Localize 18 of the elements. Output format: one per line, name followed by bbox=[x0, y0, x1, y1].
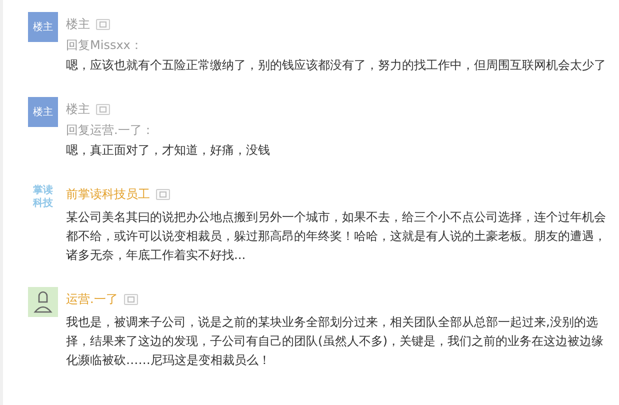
comment-text: 嗯，应该也就有个五险正常缴纳了，别的钱应该都没有了，努力的找工作中，但周围互联网机会太少了 bbox=[66, 57, 607, 74]
author-name[interactable]: 楼主 bbox=[66, 16, 90, 32]
author-name[interactable]: 运营.一了 bbox=[66, 290, 118, 308]
comment-text: 我也是，被调来子公司，说是之前的某块业务全部划分过来，相关团队全部从总部一起过来,没别的选择，结果来了这边的发现，子公司有自己的团队(虽然人不多)，关键是，我们之前的业务在这边被边缘化濒临被砍……尼玛这是变相裁员么！ bbox=[66, 314, 605, 369]
reply-label: 回复运营.一了： bbox=[66, 122, 155, 139]
reply-label: 回复Missxx： bbox=[66, 37, 144, 54]
comment-text: 嗯，真正面对了，才知道，好痛，没钱 bbox=[66, 142, 271, 159]
author-name[interactable]: 前掌读科技员工 bbox=[66, 186, 150, 202]
id-badge-icon bbox=[124, 294, 138, 304]
id-badge-icon bbox=[156, 188, 170, 200]
id-badge-icon bbox=[96, 18, 110, 30]
logo-text: 掌读 科技 bbox=[32, 184, 54, 211]
id-badge-icon bbox=[96, 104, 110, 114]
avatar: 楼主 bbox=[28, 97, 58, 127]
avatar-icon bbox=[28, 287, 58, 317]
comment-text: 某公司美名其曰的说把办公地点搬到另外一个城市，如果不去，给三个小不点公司选择，连个过年机会都不给，或许可以说变相裁员，躲过那高昂的年终奖！哈哈，这就是有人说的土豪老板。朋友的遭遇，诸多无奈，年底工作着实不好找... bbox=[66, 209, 607, 264]
author-name[interactable]: 楼主 bbox=[66, 100, 90, 118]
avatar: 楼主 bbox=[28, 12, 58, 42]
